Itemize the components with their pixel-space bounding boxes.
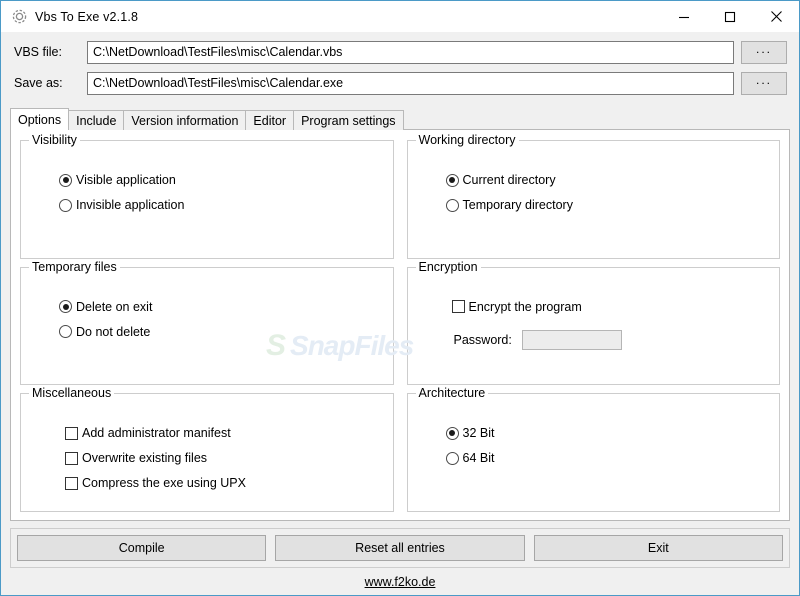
tab-version-information[interactable]: Version information [123, 110, 247, 130]
radio-temporary-directory[interactable]: Temporary directory [445, 196, 780, 214]
radio-invisible-application-label: Invisible application [76, 198, 185, 212]
radio-current-directory[interactable]: Current directory [445, 171, 780, 189]
checkbox-encrypt-the-program-label: Encrypt the program [468, 299, 582, 314]
radio-delete-on-exit-label: Delete on exit [76, 299, 153, 314]
window-title: Vbs To Exe v2.1.8 [35, 9, 139, 24]
minimize-icon [679, 16, 689, 18]
close-button[interactable] [753, 1, 799, 32]
group-visibility: Visibility Visible application Invisible… [20, 133, 394, 259]
radio-current-directory-label: Current directory [462, 173, 556, 187]
radio-temporary-directory-indicator[interactable] [445, 198, 459, 212]
radio-current-directory-indicator[interactable] [445, 173, 459, 187]
tab-include[interactable]: Include [68, 110, 125, 130]
vbs-file-row: VBS file: ... [1, 40, 799, 64]
group-architecture-title: Architecture [415, 386, 489, 401]
radio-invisible-application-indicator[interactable] [59, 198, 72, 212]
checkbox-overwrite-existing-files[interactable]: Overwrite existing files [65, 449, 393, 467]
group-working-directory-title: Working directory [415, 133, 519, 147]
password-row: Password: [452, 329, 780, 350]
radio-do-not-delete-indicator[interactable] [59, 325, 72, 339]
save-as-input[interactable] [87, 71, 734, 95]
radio-temporary-directory-label: Temporary directory [462, 198, 573, 212]
checkbox-encrypt-the-program-indicator[interactable] [451, 300, 465, 314]
radio-visible-application-label: Visible application [76, 173, 176, 187]
checkbox-overwrite-existing-files-label: Overwrite existing files [82, 451, 208, 466]
options-tab-panel: S SnapFiles Visibility Visible applicati… [10, 129, 790, 521]
group-temporary-files-title: Temporary files [29, 259, 120, 274]
compile-button[interactable]: Compile [17, 535, 267, 561]
tab-editor[interactable]: Editor [245, 110, 295, 130]
gear-icon [10, 8, 28, 26]
group-working-directory-body: Current directory Temporary directory [408, 157, 780, 214]
footer: www.f2ko.de [1, 568, 799, 595]
tab-options[interactable]: Options [10, 108, 70, 130]
checkbox-add-administrator-manifest[interactable]: Add administrator manifest [65, 424, 393, 442]
group-visibility-body: Visible application Invisible applicatio… [21, 157, 393, 214]
group-encryption-title: Encryption [415, 259, 481, 274]
radio-delete-on-exit-indicator[interactable] [59, 300, 72, 314]
group-working-directory: Working directory Current directory Temp… [406, 133, 780, 259]
radio-64-bit-indicator[interactable] [445, 451, 459, 465]
checkbox-add-administrator-manifest-label: Add administrator manifest [82, 426, 231, 441]
group-miscellaneous-title: Miscellaneous [29, 386, 115, 401]
radio-do-not-delete-label: Do not delete [76, 324, 151, 339]
radio-visible-application[interactable]: Visible application [59, 171, 393, 189]
maximize-button[interactable] [707, 1, 753, 32]
radio-do-not-delete[interactable]: Do not delete [59, 323, 393, 341]
minimize-button[interactable] [661, 1, 707, 32]
group-encryption: Encryption Encrypt the program Password: [406, 259, 780, 386]
password-input[interactable] [521, 329, 622, 350]
group-architecture-body: 32 Bit 64 Bit [408, 410, 780, 467]
group-miscellaneous: Miscellaneous Add administrator manifest… [20, 386, 394, 513]
checkbox-compress-exe-upx-label: Compress the exe using UPX [82, 476, 246, 491]
radio-32-bit[interactable]: 32 Bit [445, 424, 780, 442]
vbs-browse-button[interactable]: ... [741, 40, 787, 64]
radio-invisible-application[interactable]: Invisible application [59, 196, 393, 214]
password-label: Password: [453, 332, 512, 347]
tab-strip: Options Include Version information Edit… [1, 108, 799, 130]
app-window: Vbs To Exe v2.1.8 VBS file: C:\NetDownlo… [0, 0, 800, 596]
save-as-row: Save as: ... [1, 71, 799, 95]
maximize-icon [724, 11, 736, 22]
radio-64-bit[interactable]: 64 Bit [445, 449, 780, 467]
radio-visible-application-indicator[interactable] [59, 173, 72, 187]
tab-program-settings[interactable]: Program settings [293, 110, 404, 130]
close-icon [770, 11, 782, 22]
exit-button[interactable]: Exit [533, 535, 783, 561]
panel-row-1: Visibility Visible application Invisible… [20, 133, 780, 259]
checkbox-compress-exe-upx[interactable]: Compress the exe using UPX [65, 474, 393, 492]
action-bar: Compile Reset all entries Exit [10, 528, 790, 568]
radio-32-bit-indicator[interactable] [445, 426, 459, 440]
radio-32-bit-label: 32 Bit [462, 426, 495, 441]
group-temporary-files-body: Delete on exit Do not delete [21, 284, 393, 341]
panel-row-3: Miscellaneous Add administrator manifest… [20, 386, 780, 513]
save-as-browse-button[interactable]: ... [741, 71, 787, 95]
window-controls [661, 1, 799, 32]
group-miscellaneous-body: Add administrator manifest Overwrite exi… [21, 410, 393, 492]
vbs-file-input[interactable] [87, 40, 734, 64]
checkbox-encrypt-the-program[interactable]: Encrypt the program [451, 298, 780, 316]
radio-delete-on-exit[interactable]: Delete on exit [59, 298, 393, 316]
group-architecture: Architecture 32 Bit 64 Bit [406, 386, 780, 513]
checkbox-compress-exe-upx-indicator[interactable] [65, 476, 78, 490]
group-encryption-body: Encrypt the program Password: [408, 284, 780, 350]
vbs-file-label: VBS file: [14, 45, 62, 59]
save-as-label: Save as: [14, 76, 63, 90]
radio-64-bit-label: 64 Bit [462, 451, 495, 466]
panel-row-2: Temporary files Delete on exit Do not de… [20, 259, 780, 386]
checkbox-add-administrator-manifest-indicator[interactable] [65, 426, 78, 440]
checkbox-overwrite-existing-files-indicator[interactable] [65, 451, 78, 465]
file-fields-area: VBS file: ... Save as: ... [1, 32, 799, 108]
group-visibility-title: Visibility [29, 133, 80, 147]
reset-all-entries-button[interactable]: Reset all entries [275, 535, 525, 561]
title-bar: Vbs To Exe v2.1.8 [1, 1, 799, 32]
website-link[interactable]: www.f2ko.de [365, 575, 436, 589]
group-temporary-files: Temporary files Delete on exit Do not de… [20, 259, 394, 386]
